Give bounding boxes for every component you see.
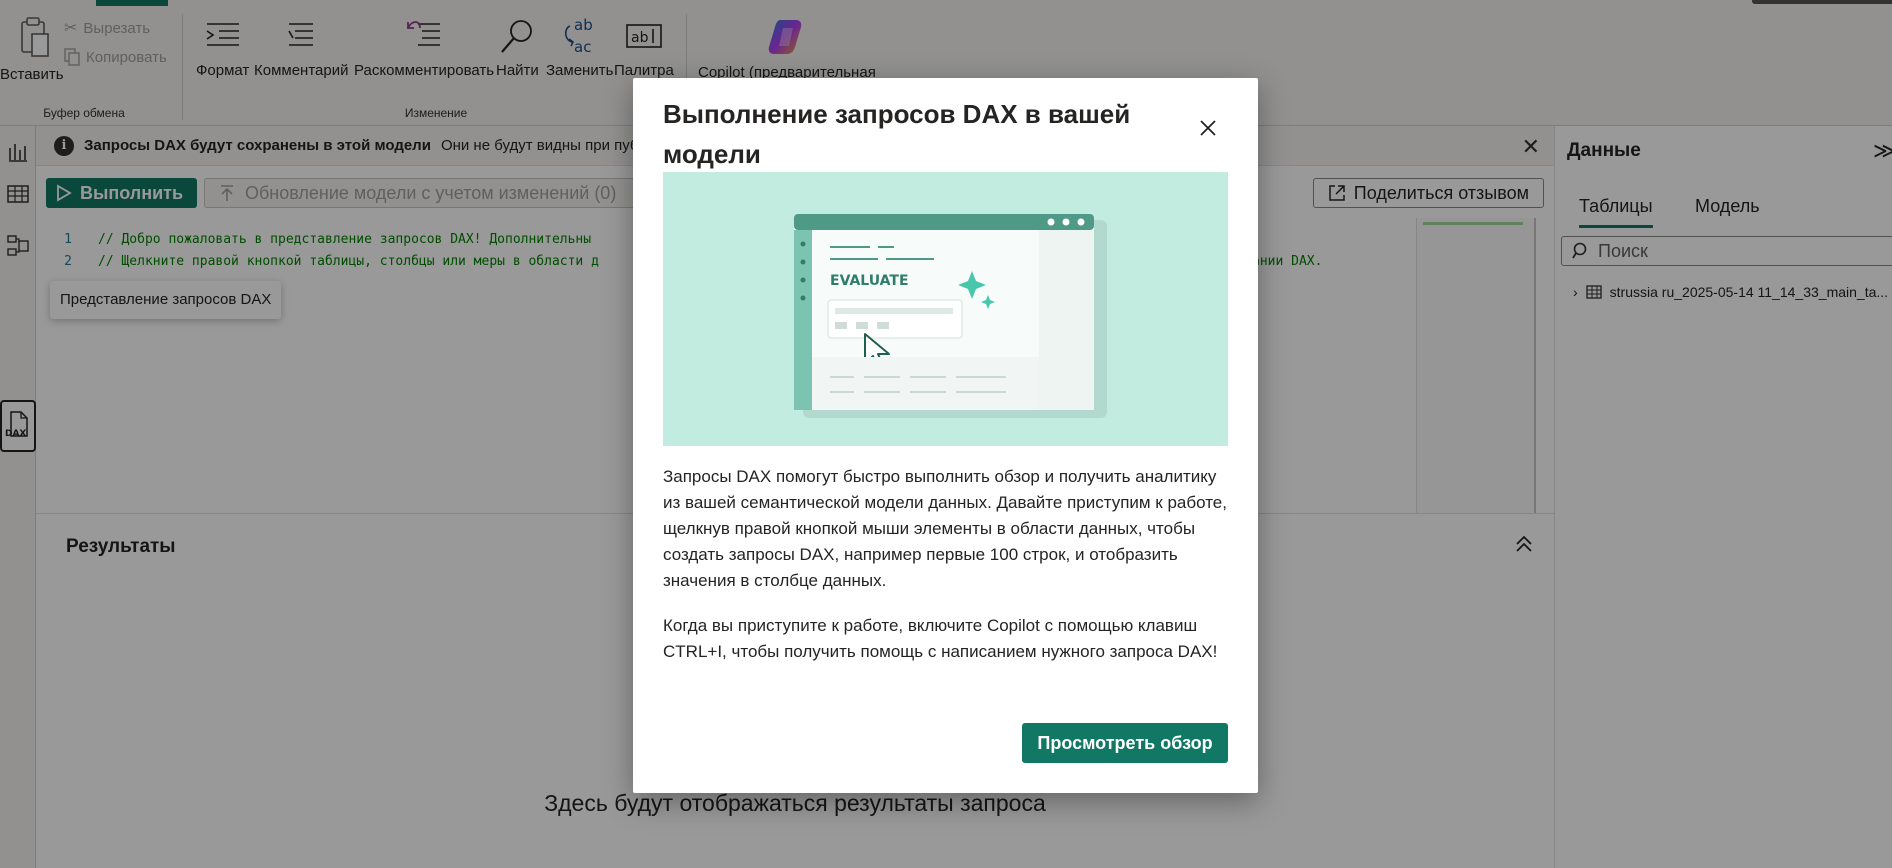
view-overview-button[interactable]: Просмотреть обзор	[1022, 723, 1228, 763]
dialog-illustration: EVALUATE	[663, 172, 1228, 446]
dax-intro-dialog: Выполнение запросов DAX в вашей модели E…	[633, 78, 1258, 793]
dax-query-illustration-icon: EVALUATE	[794, 214, 1107, 418]
dialog-title: Выполнение запросов DAX в вашей модели	[663, 99, 1131, 169]
close-icon[interactable]	[1196, 116, 1220, 140]
illustration-label: EVALUATE	[830, 273, 909, 289]
dialog-paragraph-2: Когда вы приступите к работе, включите C…	[663, 616, 1218, 661]
dialog-paragraph-1: Запросы DAX помогут быстро выполнить обз…	[663, 467, 1227, 590]
